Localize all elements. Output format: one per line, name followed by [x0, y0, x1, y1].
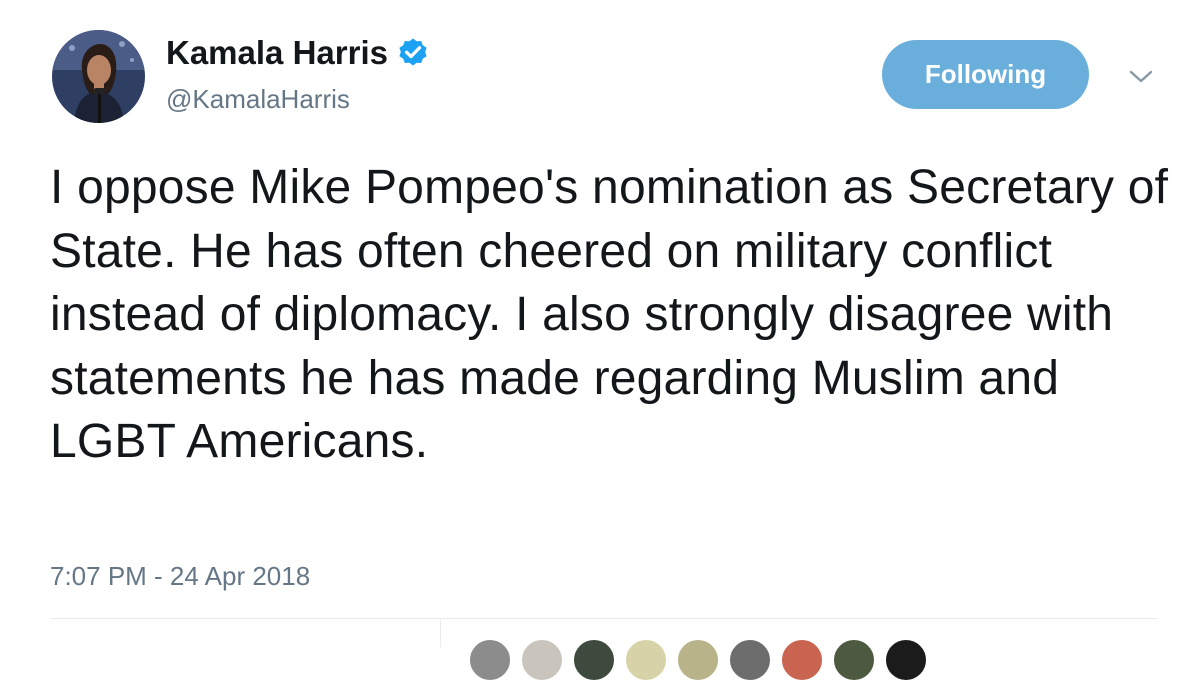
liker-avatar[interactable]	[728, 638, 772, 682]
liker-avatars	[468, 638, 928, 682]
avatar[interactable]	[52, 30, 145, 123]
author-handle[interactable]: @KamalaHarris	[166, 83, 350, 115]
liker-avatar[interactable]	[468, 638, 512, 682]
liker-avatar[interactable]	[676, 638, 720, 682]
divider	[50, 618, 1158, 619]
tweet-timestamp[interactable]: 7:07 PM - 24 Apr 2018	[50, 560, 310, 592]
author-name-text[interactable]: Kamala Harris	[166, 34, 388, 71]
chevron-down-icon[interactable]	[1128, 68, 1154, 86]
liker-avatar[interactable]	[780, 638, 824, 682]
liker-avatar[interactable]	[884, 638, 928, 682]
profile-photo	[52, 30, 145, 123]
stats-divider	[440, 619, 441, 647]
author-name[interactable]: Kamala Harris	[166, 33, 430, 73]
following-button[interactable]: Following	[882, 40, 1089, 109]
liker-avatar[interactable]	[572, 638, 616, 682]
verified-badge-icon	[399, 38, 427, 66]
liker-avatar[interactable]	[624, 638, 668, 682]
liker-avatar[interactable]	[832, 638, 876, 682]
liker-avatar[interactable]	[520, 638, 564, 682]
tweet-text: I oppose Mike Pompeo's nomination as Sec…	[50, 161, 1169, 468]
